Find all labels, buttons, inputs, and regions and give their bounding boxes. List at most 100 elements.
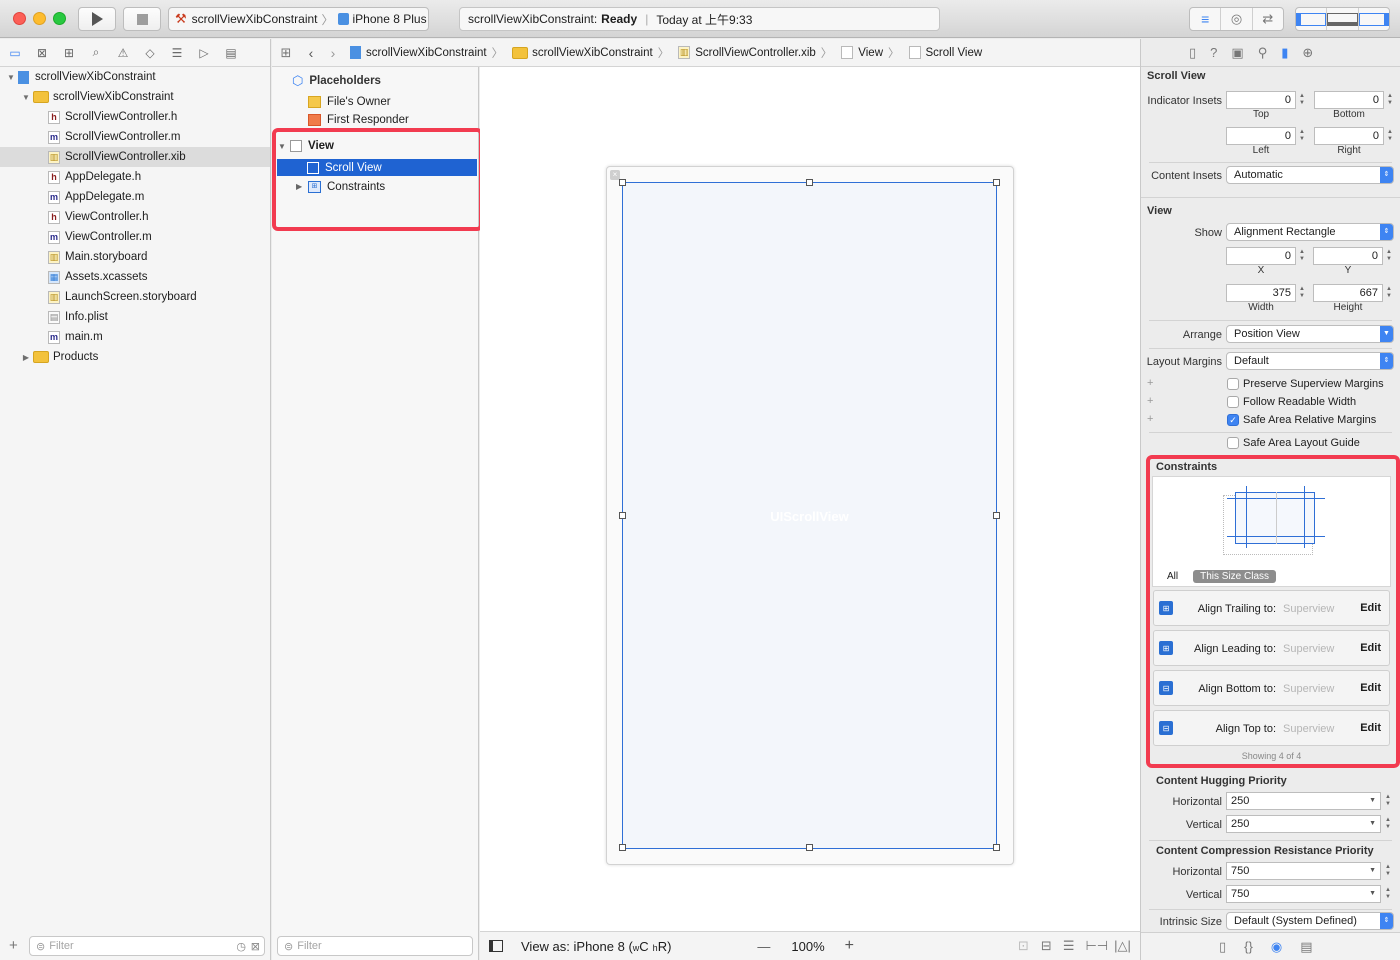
follow-readable-checkbox[interactable] bbox=[1227, 396, 1239, 408]
layout-margins-popup[interactable]: Default ⇕ bbox=[1226, 352, 1394, 370]
add-variation-icon[interactable]: + bbox=[1147, 395, 1153, 407]
y-field[interactable]: 0 bbox=[1313, 247, 1383, 265]
scroll-view-element[interactable]: UIScrollView bbox=[622, 182, 997, 849]
breadcrumb-scrollview[interactable]: Scroll View bbox=[908, 46, 982, 59]
navigator-item[interactable]: h AppDelegate.h bbox=[0, 167, 270, 187]
safe-area-relative-checkbox[interactable]: ✓ bbox=[1227, 414, 1239, 426]
resize-handle-top-right[interactable] bbox=[993, 179, 1000, 186]
add-variation-icon[interactable]: + bbox=[1147, 413, 1153, 425]
navigator-filter-field[interactable]: ⊜ Filter ◷ ⊠ bbox=[29, 936, 265, 956]
forward-button[interactable]: › bbox=[322, 45, 344, 61]
source-control-icon[interactable]: ⊠ bbox=[34, 45, 50, 61]
back-button[interactable]: ‹ bbox=[300, 45, 322, 61]
code-snippet-library-icon[interactable]: {} bbox=[1244, 939, 1253, 954]
version-editor-button[interactable]: ⇄ bbox=[1253, 8, 1283, 30]
resize-handle-top[interactable] bbox=[806, 179, 813, 186]
zoom-in-button[interactable]: + bbox=[845, 937, 854, 955]
navigator-item[interactable]: ▼ scrollViewXibConstraint bbox=[0, 67, 270, 87]
find-navigator-icon[interactable]: ⌕ bbox=[88, 45, 104, 61]
navigator-item[interactable]: ▼ scrollViewXibConstraint bbox=[0, 87, 270, 107]
zoom-out-button[interactable]: — bbox=[757, 939, 770, 954]
width-field[interactable]: 375 bbox=[1226, 284, 1296, 302]
navigator-item[interactable]: ▤ Info.plist bbox=[0, 307, 270, 327]
toggle-utilities-button[interactable] bbox=[1358, 8, 1389, 30]
recent-files-icon[interactable]: ◷ bbox=[236, 940, 246, 953]
inset-bottom-field[interactable]: 0 bbox=[1314, 91, 1384, 109]
object-library-icon[interactable]: ◉ bbox=[1271, 939, 1282, 955]
hugging-horizontal-combo[interactable]: 250 ▼ bbox=[1226, 792, 1381, 810]
run-button[interactable] bbox=[78, 7, 116, 31]
compression-horizontal-stepper[interactable]: ▲ ▼ bbox=[1383, 862, 1393, 880]
arrange-popup[interactable]: Position View ▼ bbox=[1226, 325, 1394, 343]
outline-filter-field[interactable]: ⊜ Filter bbox=[277, 936, 473, 956]
inset-right-field[interactable]: 0 bbox=[1314, 127, 1384, 145]
outline-first-responder[interactable]: First Responder bbox=[308, 112, 409, 128]
related-items-icon[interactable]: ⊞ bbox=[272, 45, 300, 61]
breadcrumb-project[interactable]: scrollViewXibConstraint 〉 bbox=[350, 45, 508, 61]
height-field[interactable]: 667 bbox=[1313, 284, 1383, 302]
editor-mode-segment[interactable]: ≡ ◎ ⇄ bbox=[1189, 7, 1284, 31]
view-as-device-button[interactable]: View as: iPhone 8 (wC hR) bbox=[521, 939, 671, 954]
x-stepper[interactable]: ▲ ▼ bbox=[1297, 247, 1307, 265]
resize-handle-right[interactable] bbox=[993, 512, 1000, 519]
resize-handle-left[interactable] bbox=[619, 512, 626, 519]
add-variation-icon[interactable]: + bbox=[1147, 377, 1153, 389]
identity-inspector-icon[interactable]: ▣ bbox=[1231, 45, 1243, 61]
y-stepper[interactable]: ▲ ▼ bbox=[1384, 247, 1394, 265]
resize-handle-bottom-right[interactable] bbox=[993, 844, 1000, 851]
add-constraints-icon[interactable]: ⊢⊣ bbox=[1085, 938, 1108, 954]
help-inspector-icon[interactable]: ? bbox=[1210, 45, 1217, 60]
inset-bottom-stepper[interactable]: ▲ ▼ bbox=[1385, 91, 1395, 109]
hugging-vertical-combo[interactable]: 250 ▼ bbox=[1226, 815, 1381, 833]
hugging-horizontal-stepper[interactable]: ▲ ▼ bbox=[1383, 792, 1393, 810]
outline-files-owner[interactable]: File's Owner bbox=[308, 94, 391, 110]
minimize-window-button[interactable] bbox=[33, 12, 46, 25]
interface-builder-canvas[interactable]: × UIScrollView bbox=[480, 67, 1140, 931]
toggle-debug-button[interactable] bbox=[1327, 8, 1359, 30]
height-stepper[interactable]: ▲ ▼ bbox=[1384, 284, 1394, 302]
navigator-item[interactable]: ▥ Main.storyboard bbox=[0, 247, 270, 267]
inset-right-stepper[interactable]: ▲ ▼ bbox=[1385, 127, 1395, 145]
symbol-navigator-icon[interactable]: ⊞ bbox=[61, 45, 77, 61]
scheme-selector[interactable]: ⚒ scrollViewXibConstraint 〉 iPhone 8 Plu… bbox=[168, 7, 429, 31]
inset-top-field[interactable]: 0 bbox=[1226, 91, 1296, 109]
filter-options-icon[interactable]: ⊠ bbox=[251, 940, 260, 953]
breadcrumb-file[interactable]: ▥ ScrollViewController.xib 〉 bbox=[678, 45, 837, 61]
navigator-item[interactable]: ▶ Products bbox=[0, 347, 270, 367]
navigator-item[interactable]: m ScrollViewController.m bbox=[0, 127, 270, 147]
panels-segment[interactable] bbox=[1295, 7, 1390, 31]
standard-editor-button[interactable]: ≡ bbox=[1190, 8, 1222, 30]
navigator-item[interactable]: m AppDelegate.m bbox=[0, 187, 270, 207]
attributes-inspector-icon[interactable]: ⚲ bbox=[1258, 45, 1268, 61]
breadcrumb-group[interactable]: scrollViewXibConstraint 〉 bbox=[512, 45, 674, 61]
inset-left-field[interactable]: 0 bbox=[1226, 127, 1296, 145]
navigator-item[interactable]: h ScrollViewController.h bbox=[0, 107, 270, 127]
hugging-vertical-stepper[interactable]: ▲ ▼ bbox=[1383, 815, 1393, 833]
stop-button[interactable] bbox=[123, 7, 161, 31]
media-library-icon[interactable]: ▤ bbox=[1300, 939, 1312, 955]
align-icon[interactable]: ☰ bbox=[1063, 938, 1075, 954]
assistant-editor-button[interactable]: ◎ bbox=[1221, 8, 1253, 30]
zoom-level[interactable]: 100% bbox=[791, 939, 824, 954]
compression-horizontal-combo[interactable]: 750 ▼ bbox=[1226, 862, 1381, 880]
test-navigator-icon[interactable]: ◇ bbox=[142, 45, 158, 61]
resize-handle-bottom-left[interactable] bbox=[619, 844, 626, 851]
resolve-issues-icon[interactable]: |△| bbox=[1114, 938, 1131, 954]
placeholders-section[interactable]: ⬡ Placeholders bbox=[292, 72, 381, 90]
add-file-button[interactable]: + bbox=[9, 937, 18, 954]
resize-handle-bottom[interactable] bbox=[806, 844, 813, 851]
file-inspector-icon[interactable]: ▯ bbox=[1189, 45, 1196, 61]
navigator-item[interactable]: ▥ ScrollViewController.xib bbox=[0, 147, 270, 167]
safe-area-guide-checkbox[interactable] bbox=[1227, 437, 1239, 449]
breakpoint-navigator-icon[interactable]: ▷ bbox=[196, 45, 212, 61]
intrinsic-size-popup[interactable]: Default (System Defined) ⇕ bbox=[1226, 912, 1394, 930]
file-template-library-icon[interactable]: ▯ bbox=[1219, 939, 1226, 955]
toggle-navigator-button[interactable] bbox=[1296, 8, 1328, 30]
size-inspector-icon[interactable]: ▮ bbox=[1281, 45, 1288, 61]
update-frames-icon[interactable]: ⊡ bbox=[1018, 938, 1029, 954]
navigator-item[interactable]: h ViewController.h bbox=[0, 207, 270, 227]
connections-inspector-icon[interactable]: ⊕ bbox=[1302, 45, 1313, 61]
report-navigator-icon[interactable]: ▤ bbox=[223, 45, 239, 61]
inset-top-stepper[interactable]: ▲ ▼ bbox=[1297, 91, 1307, 109]
debug-navigator-icon[interactable]: ☰ bbox=[169, 45, 185, 61]
